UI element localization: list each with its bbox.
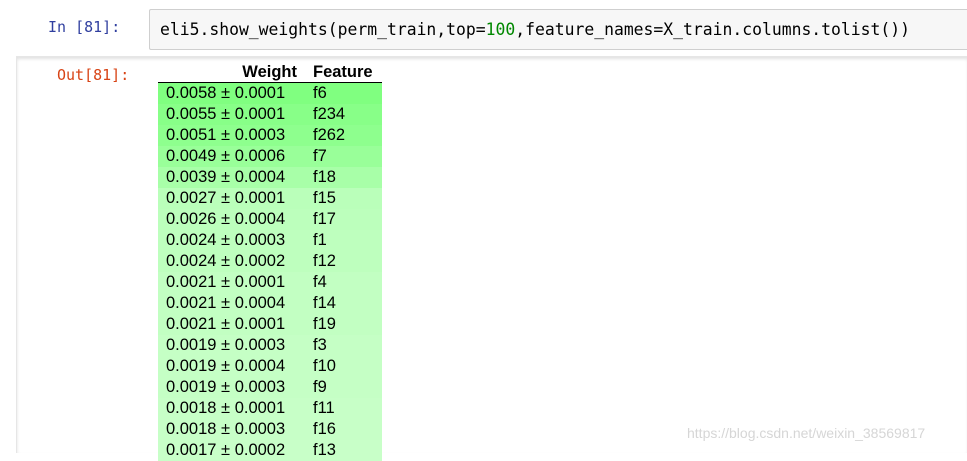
- weight-cell: 0.0055 ± 0.0001: [158, 104, 305, 125]
- header-weight: Weight: [158, 62, 305, 83]
- weight-cell: 0.0039 ± 0.0004: [158, 167, 305, 188]
- output-prompt: Out[81]:: [57, 66, 129, 84]
- table-row: 0.0055 ± 0.0001f234: [158, 104, 382, 125]
- weight-cell: 0.0018 ± 0.0003: [158, 419, 305, 440]
- weight-cell: 0.0018 ± 0.0001: [158, 398, 305, 419]
- weight-cell: 0.0021 ± 0.0001: [158, 272, 305, 293]
- feature-cell: f7: [305, 146, 382, 167]
- feature-cell: f262: [305, 125, 382, 146]
- weights-table-container: Weight Feature 0.0058 ± 0.0001f60.0055 ±…: [158, 62, 382, 461]
- table-row: 0.0024 ± 0.0002f12: [158, 251, 382, 272]
- watermark-text: https://blog.csdn.net/weixin_38569817: [687, 425, 925, 441]
- table-row: 0.0021 ± 0.0001f4: [158, 272, 382, 293]
- feature-cell: f13: [305, 440, 382, 461]
- feature-cell: f234: [305, 104, 382, 125]
- input-prompt: In [81]:: [48, 18, 120, 36]
- weight-cell: 0.0051 ± 0.0003: [158, 125, 305, 146]
- table-row: 0.0026 ± 0.0004f17: [158, 209, 382, 230]
- table-header-row: Weight Feature: [158, 62, 382, 83]
- table-row: 0.0018 ± 0.0003f16: [158, 419, 382, 440]
- weight-cell: 0.0027 ± 0.0001: [158, 188, 305, 209]
- table-row: 0.0018 ± 0.0001f11: [158, 398, 382, 419]
- weight-cell: 0.0019 ± 0.0004: [158, 356, 305, 377]
- feature-cell: f3: [305, 335, 382, 356]
- feature-cell: f19: [305, 314, 382, 335]
- weight-cell: 0.0049 ± 0.0006: [158, 146, 305, 167]
- table-row: 0.0058 ± 0.0001f6: [158, 83, 382, 105]
- feature-cell: f18: [305, 167, 382, 188]
- table-row: 0.0019 ± 0.0003f9: [158, 377, 382, 398]
- feature-cell: f9: [305, 377, 382, 398]
- feature-cell: f12: [305, 251, 382, 272]
- weight-cell: 0.0019 ± 0.0003: [158, 377, 305, 398]
- table-row: 0.0024 ± 0.0003f1: [158, 230, 382, 251]
- code-line[interactable]: eli5.show_weights(perm_train,top=100,fea…: [160, 20, 910, 39]
- feature-cell: f17: [305, 209, 382, 230]
- table-body: 0.0058 ± 0.0001f60.0055 ± 0.0001f2340.00…: [158, 83, 382, 461]
- weight-cell: 0.0021 ± 0.0004: [158, 293, 305, 314]
- weight-cell: 0.0017 ± 0.0002: [158, 440, 305, 461]
- table-row: 0.0017 ± 0.0002f13: [158, 440, 382, 461]
- table-row: 0.0027 ± 0.0001f15: [158, 188, 382, 209]
- code-suffix: ,feature_names=X_train.columns.tolist()): [515, 20, 910, 39]
- code-prefix: eli5.show_weights(perm_train,top=: [160, 20, 486, 39]
- table-row: 0.0021 ± 0.0004f14: [158, 293, 382, 314]
- weight-cell: 0.0026 ± 0.0004: [158, 209, 305, 230]
- weight-cell: 0.0058 ± 0.0001: [158, 83, 305, 105]
- weight-cell: 0.0019 ± 0.0003: [158, 335, 305, 356]
- table-row: 0.0049 ± 0.0006f7: [158, 146, 382, 167]
- feature-cell: f16: [305, 419, 382, 440]
- table-row: 0.0019 ± 0.0004f10: [158, 356, 382, 377]
- feature-cell: f10: [305, 356, 382, 377]
- table-row: 0.0019 ± 0.0003f3: [158, 335, 382, 356]
- weight-cell: 0.0024 ± 0.0002: [158, 251, 305, 272]
- weight-cell: 0.0021 ± 0.0001: [158, 314, 305, 335]
- header-feature: Feature: [305, 62, 382, 83]
- table-row: 0.0051 ± 0.0003f262: [158, 125, 382, 146]
- table-row: 0.0021 ± 0.0001f19: [158, 314, 382, 335]
- feature-cell: f1: [305, 230, 382, 251]
- table-row: 0.0039 ± 0.0004f18: [158, 167, 382, 188]
- feature-cell: f6: [305, 83, 382, 105]
- weights-table: Weight Feature 0.0058 ± 0.0001f60.0055 ±…: [158, 62, 382, 461]
- feature-cell: f15: [305, 188, 382, 209]
- feature-cell: f4: [305, 272, 382, 293]
- feature-cell: f14: [305, 293, 382, 314]
- weight-cell: 0.0024 ± 0.0003: [158, 230, 305, 251]
- code-number: 100: [486, 20, 516, 39]
- feature-cell: f11: [305, 398, 382, 419]
- code-input-area[interactable]: eli5.show_weights(perm_train,top=100,fea…: [149, 9, 967, 50]
